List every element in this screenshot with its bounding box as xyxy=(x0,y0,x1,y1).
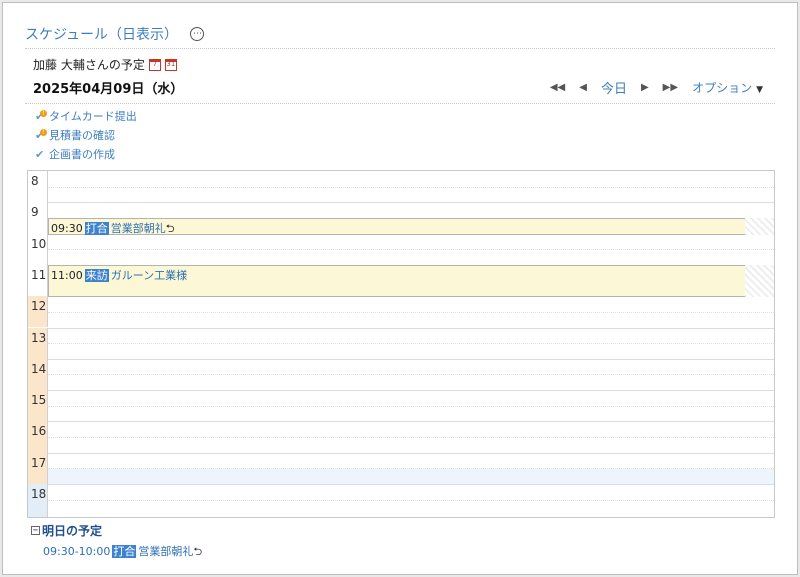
more-options-icon[interactable]: ⋯ xyxy=(190,27,205,41)
half-hour-line xyxy=(48,405,774,407)
hour-line xyxy=(48,390,774,392)
event-time: 09:30-10:00 xyxy=(43,545,111,558)
hour-label: 16 xyxy=(28,421,48,453)
repeat-icon: ⮌ xyxy=(193,545,203,558)
event-time: 09:30 xyxy=(51,222,83,235)
hour-row[interactable]: 15 xyxy=(28,390,774,422)
overdue-badge-icon: ! xyxy=(40,110,47,117)
hour-label: 8 xyxy=(28,171,48,203)
hour-label: 10 xyxy=(28,233,48,265)
hour-row[interactable]: 16 xyxy=(28,421,774,453)
divider xyxy=(25,103,775,104)
todo-item[interactable]: ✔! 見積書の確認 xyxy=(35,126,137,145)
todo-list: ✔! タイムカード提出 ✔! 見積書の確認 ✔ 企画書の作成 xyxy=(35,107,137,164)
hour-row[interactable]: 18 xyxy=(28,484,774,517)
half-hour-line xyxy=(48,374,774,376)
half-hour-line xyxy=(48,436,774,438)
todo-check-icon: ✔! xyxy=(35,107,47,126)
page-title: スケジュール（日表示） xyxy=(25,27,179,43)
hour-row[interactable]: 12 xyxy=(28,296,774,328)
hour-label: 11 xyxy=(28,264,48,297)
todo-item[interactable]: ✔ 企画書の作成 xyxy=(35,145,137,164)
half-hour-line xyxy=(48,311,774,313)
event-title: 営業部朝礼 xyxy=(110,222,166,235)
owner-label: 加藤 大輔さんの予定 xyxy=(33,58,145,72)
todo-check-icon: ✔! xyxy=(35,126,47,145)
tomorrow-header[interactable]: − 明日の予定 xyxy=(31,522,202,539)
prev-day-icon[interactable]: ◀ xyxy=(579,82,587,93)
week-calendar-icon[interactable]: 7 xyxy=(148,58,161,71)
hour-row[interactable]: 17 xyxy=(28,452,774,484)
half-hour-line xyxy=(48,343,774,345)
hour-label: 9 xyxy=(28,202,48,234)
event-block[interactable]: 09:30 打合 営業部朝礼⮌ xyxy=(48,218,764,235)
hour-line xyxy=(48,484,774,485)
tomorrow-heading: 明日の予定 xyxy=(42,524,103,538)
hour-label: 18 xyxy=(28,484,48,517)
todo-label: 企画書の作成 xyxy=(49,148,115,161)
hour-line xyxy=(48,452,774,454)
hour-label: 12 xyxy=(28,296,48,328)
options-menu[interactable]: オプション ▼ xyxy=(692,79,763,96)
hour-row[interactable]: 14 xyxy=(28,358,774,391)
event-type-badge: 打合 xyxy=(112,545,137,558)
half-hour-line xyxy=(48,499,774,501)
title-row: スケジュール（日表示） ⋯ xyxy=(25,23,205,45)
hour-row[interactable]: 8 xyxy=(28,171,774,203)
options-label: オプション xyxy=(692,81,753,95)
hour-label: 15 xyxy=(28,390,48,422)
first-page-icon[interactable]: ◀◀ xyxy=(550,82,565,93)
hour-label: 17 xyxy=(28,452,48,484)
hour-line xyxy=(48,327,774,329)
overlap-hatch xyxy=(745,218,774,235)
hour-line xyxy=(48,202,774,204)
divider xyxy=(25,48,775,49)
half-hour-line xyxy=(48,249,774,251)
caret-down-icon: ▼ xyxy=(756,85,763,95)
current-slot-highlight xyxy=(48,468,774,484)
last-page-icon[interactable]: ▶▶ xyxy=(663,82,678,93)
overdue-badge-icon: ! xyxy=(40,129,47,136)
next-day-icon[interactable]: ▶ xyxy=(641,82,649,93)
todo-item[interactable]: ✔! タイムカード提出 xyxy=(35,107,137,126)
owner-row: 加藤 大輔さんの予定 7 31 xyxy=(33,56,177,73)
half-hour-line xyxy=(48,468,774,470)
date-navigation: ◀◀ ◀ 今日 ▶ ▶▶ オプション ▼ xyxy=(550,78,763,97)
todo-label: 見積書の確認 xyxy=(49,129,115,142)
event-title: ガルーン工業様 xyxy=(110,269,188,282)
hour-label: 14 xyxy=(28,358,48,391)
hour-row[interactable]: 10 xyxy=(28,233,774,265)
overlap-hatch xyxy=(745,265,774,297)
event-type-badge: 打合 xyxy=(84,222,109,235)
event-type-badge: 来訪 xyxy=(84,269,109,282)
hour-row[interactable]: 13 xyxy=(28,327,774,359)
tomorrow-section: − 明日の予定 09:30-10:00 打合 営業部朝礼⮌ xyxy=(31,522,202,562)
todo-check-icon: ✔ xyxy=(35,148,45,161)
month-calendar-icon[interactable]: 31 xyxy=(164,58,177,71)
event-title: 営業部朝礼 xyxy=(138,545,194,558)
current-date: 2025年04月09日（水） xyxy=(33,82,184,97)
todo-label: タイムカード提出 xyxy=(49,110,137,123)
repeat-icon: ⮌ xyxy=(165,222,175,235)
hour-label: 13 xyxy=(28,327,48,359)
day-timeline: 8 9 10 11 12 13 14 15 16 17 18 09:30 打合 … xyxy=(27,170,775,518)
hour-line xyxy=(48,358,774,360)
tomorrow-event[interactable]: 09:30-10:00 打合 営業部朝礼⮌ xyxy=(43,543,202,562)
event-time: 11:00 xyxy=(51,269,83,282)
schedule-panel: スケジュール（日表示） ⋯ 加藤 大輔さんの予定 7 31 2025年04月09… xyxy=(2,2,798,575)
hour-line xyxy=(48,421,774,423)
today-button[interactable]: 今日 xyxy=(601,78,627,97)
half-hour-line xyxy=(48,186,774,188)
collapse-icon[interactable]: − xyxy=(31,526,40,535)
event-block[interactable]: 11:00 来訪 ガルーン工業様 xyxy=(48,265,764,297)
